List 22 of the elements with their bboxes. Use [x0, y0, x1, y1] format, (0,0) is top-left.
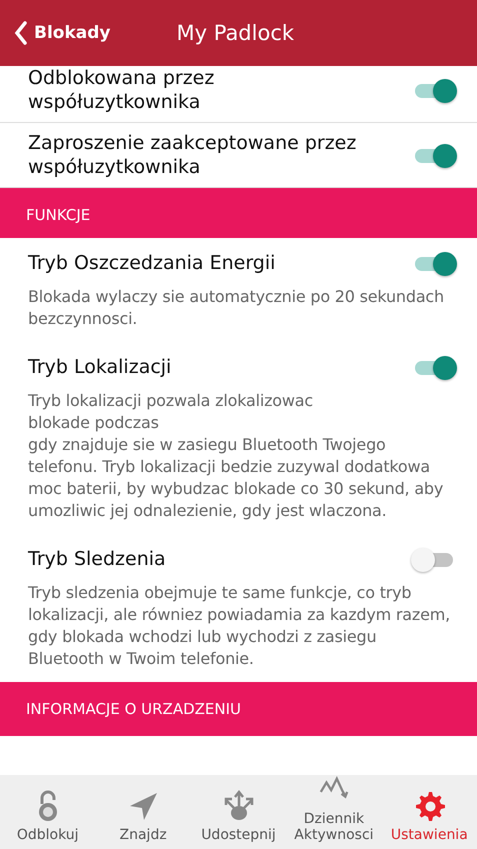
tab[interactable]: Dziennik Aktywnosci — [286, 775, 382, 849]
tab[interactable]: Udostepnij — [190, 775, 286, 849]
tab[interactable]: Ustawienia — [382, 775, 477, 849]
setting-description: Tryb lokalizacji pozwala zlokalizowac blokade podczas gdy znajduje sie w zasiegu Bluetooth Twojego telefonu. Tryb lokalizacji bedzie zuzywal dodatkowa moc baterii, by wybudzac blokade co 30 sekund, aby umozliwic jej odnalezienie, gdy jest wlaczona. — [28, 390, 444, 522]
setting-label: Tryb Oszczedzania Energii — [28, 251, 276, 276]
setting-label: Odblokowana przez współuzytkownika — [28, 66, 216, 114]
back-button[interactable]: Blokady — [14, 21, 110, 45]
toggle-switch[interactable] — [413, 142, 457, 168]
section-header: INFORMACJE O URZADZENIU — [0, 682, 477, 736]
toggle-switch[interactable] — [413, 77, 457, 103]
setting-description: Blokada wylaczy sie automatycznie po 20 sekundach bezczynnosci. — [28, 286, 445, 330]
toggle-switch[interactable] — [413, 354, 457, 380]
setting-label: Tryb Sledzenia — [28, 547, 167, 572]
tab[interactable]: Znajdz — [95, 775, 191, 849]
section-header: FUNKCJE — [0, 188, 477, 238]
setting-description: Tryb sledzenia obejmuje te same funkcje, co tryb lokalizacji, ale równiez powiadamia za kazdym razem, gdy blokada wchodzi lub wychodzi z zasiegu Bluetooth w Twoim telefonie. — [28, 582, 452, 670]
setting-label: Tryb Lokalizacji — [28, 355, 172, 380]
tab[interactable]: Odblokuj — [0, 775, 96, 849]
setting-label: Zaproszenie zaakceptowane przez współuzytkownika — [28, 131, 358, 179]
screen-title: My Padlock — [176, 21, 294, 45]
toggle-switch[interactable] — [413, 250, 457, 276]
chevron-icon — [14, 21, 28, 45]
